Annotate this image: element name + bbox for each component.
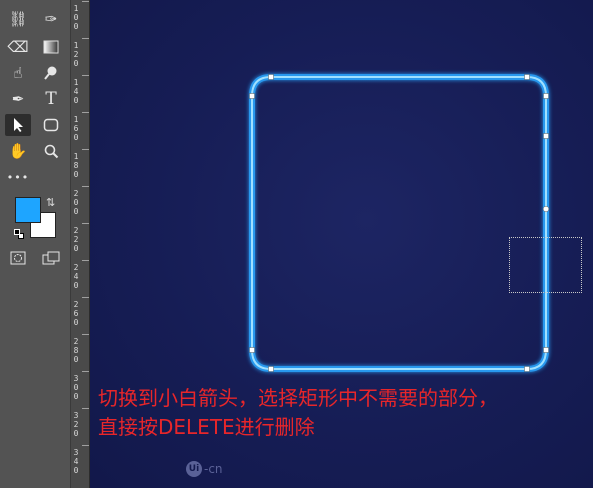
type-tool[interactable]: T (38, 88, 64, 110)
history-brush-tool[interactable]: ✑ (38, 8, 64, 30)
gradient-tool[interactable] (38, 36, 64, 58)
selection-marquee (509, 237, 582, 293)
more-tools-button[interactable]: ••• (5, 166, 31, 188)
ruler-tick (82, 75, 89, 76)
ruler-tick (82, 408, 89, 409)
shape-outline-highlight (251, 76, 547, 370)
ruler-label: 320 (73, 411, 79, 438)
ruler-label: 200 (73, 189, 79, 216)
ruler-tick (82, 1, 89, 2)
ruler-tick (82, 297, 89, 298)
ruler-label: 340 (73, 448, 79, 475)
anchor-point[interactable] (543, 93, 549, 99)
anchor-point[interactable] (249, 347, 255, 353)
pen-tool[interactable]: ✒ (5, 88, 31, 110)
gradient-icon (43, 40, 59, 54)
dodge-icon (44, 66, 57, 80)
ruler-tick (82, 223, 89, 224)
ruler-label: 160 (73, 115, 79, 142)
anchor-point[interactable] (543, 133, 549, 139)
dodge-tool[interactable] (38, 62, 64, 84)
instruction-caption: 切换到小白箭头，选择矩形中不需要的部分，直接按DELETE进行删除 (98, 386, 498, 439)
quick-mask-icon (10, 251, 26, 265)
uicn-logo: Ui (186, 461, 202, 477)
anchor-point[interactable] (543, 347, 549, 353)
ruler-label: 220 (73, 226, 79, 253)
watermark-text: -cn (204, 462, 223, 476)
smudge-tool[interactable]: ☝ (5, 62, 31, 84)
ruler-tick (82, 371, 89, 372)
more-icon: ••• (6, 170, 30, 184)
history-brush-icon: ✑ (44, 9, 58, 28)
ruler-tick (82, 186, 89, 187)
ruler-label: 140 (73, 78, 79, 105)
ruler-tick (82, 38, 89, 39)
direct-selection-tool[interactable] (5, 114, 31, 136)
ruler-label: 100 (73, 4, 79, 31)
ruler-label: 260 (73, 300, 79, 327)
foreground-color-swatch[interactable] (15, 197, 41, 223)
vertical-ruler: 100 120 140 160 180 200 220 240 260 280 300 320 340 (71, 0, 90, 488)
ruler-label: 180 (73, 152, 79, 179)
pen-icon: ✒ (11, 89, 25, 108)
tools-panel: ⛓ ✑ ⌫ ☝ ✒ T ✋ ••• ⇅ (0, 0, 71, 488)
ruler-tick (82, 112, 89, 113)
anchor-point[interactable] (524, 366, 530, 372)
ruler-tick (82, 334, 89, 335)
stamp-icon: ⛓ (8, 9, 28, 28)
white-arrow-icon (14, 118, 23, 132)
zoom-tool[interactable] (38, 140, 64, 162)
ruler-tick (82, 445, 89, 446)
ruler-label: 240 (73, 263, 79, 290)
rounded-rectangle-icon (43, 118, 59, 132)
anchor-point[interactable] (524, 74, 530, 80)
anchor-point[interactable] (268, 366, 274, 372)
anchor-point[interactable] (268, 74, 274, 80)
quick-mask-button[interactable] (5, 247, 31, 269)
anchor-point[interactable] (249, 93, 255, 99)
ruler-label: 280 (73, 337, 79, 364)
hand-tool[interactable]: ✋ (5, 140, 31, 162)
zoom-icon (44, 144, 59, 159)
screen-mode-icon (42, 251, 60, 265)
hand-icon: ✋ (8, 141, 28, 160)
ruler-label: 120 (73, 41, 79, 68)
eraser-icon: ⌫ (7, 37, 29, 56)
swap-colors-icon[interactable]: ⇅ (46, 196, 55, 209)
default-colors-icon[interactable] (14, 229, 24, 239)
ruler-tick (82, 260, 89, 261)
ruler-label: 300 (73, 374, 79, 401)
watermark: Ui -cn (186, 461, 223, 477)
anchor-point-selected[interactable] (542, 205, 550, 213)
screen-mode-button[interactable] (38, 247, 64, 269)
stamp-tool[interactable]: ⛓ (5, 8, 31, 30)
shape-outline[interactable] (249, 74, 549, 372)
smudge-icon: ☝ (13, 63, 23, 82)
rectangle-tool[interactable] (38, 114, 64, 136)
type-icon: T (45, 88, 57, 109)
eraser-tool[interactable]: ⌫ (5, 36, 31, 58)
ruler-tick (82, 149, 89, 150)
